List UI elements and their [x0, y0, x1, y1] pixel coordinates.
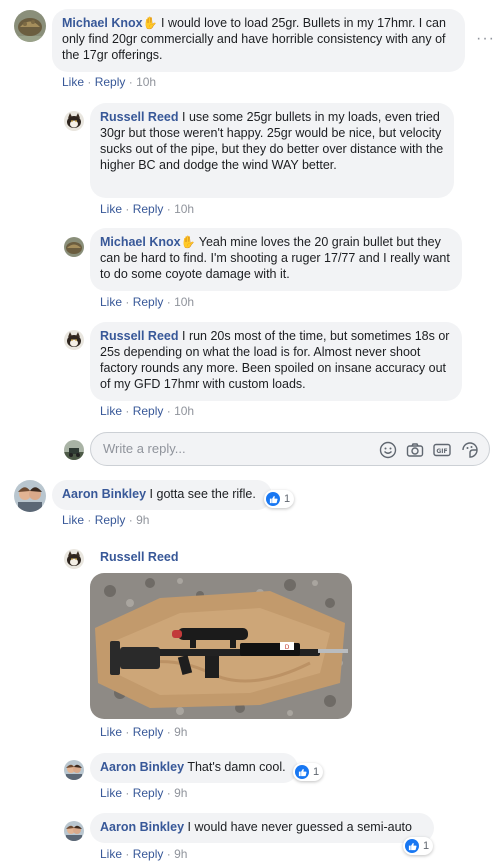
comment-bubble: Michael Knox✋ Yeah mine loves the 20 gra…	[90, 228, 462, 291]
thumbs-up-icon	[266, 492, 280, 506]
comment-text: I gotta see the rifle.	[149, 487, 256, 501]
comment-author[interactable]: Michael Knox	[62, 16, 143, 30]
comment-actions: Like · Reply · 10h	[100, 202, 194, 216]
like-link[interactable]: Like	[100, 725, 122, 739]
separator: ·	[125, 202, 130, 216]
comment-actions: Like · Reply · 10h	[62, 75, 156, 89]
separator: ·	[166, 404, 171, 418]
comment-actions: Like · Reply · 9h	[62, 513, 149, 527]
emoji-icon[interactable]	[379, 441, 397, 459]
timestamp[interactable]: 10h	[174, 202, 194, 216]
comment-actions: Like · Reply · 9h	[100, 786, 187, 800]
like-link[interactable]: Like	[100, 786, 122, 800]
russell-reed-avatar[interactable]	[64, 111, 84, 131]
comment-author[interactable]: Aaron Binkley	[62, 487, 146, 501]
wave-icon: ✋	[142, 16, 158, 30]
comment-author[interactable]: Aaron Binkley	[100, 820, 184, 834]
comment-author[interactable]: Russell Reed	[100, 550, 179, 564]
separator: ·	[87, 513, 92, 527]
current-user-avatar	[64, 440, 84, 460]
comment-author[interactable]: Michael Knox	[100, 235, 181, 249]
reaction-badge[interactable]: 1	[293, 763, 324, 781]
separator: ·	[166, 295, 171, 309]
comment-bubble: Aaron Binkley I gotta see the rifle.	[52, 480, 272, 510]
separator: ·	[87, 75, 92, 89]
timestamp[interactable]: 9h	[174, 847, 187, 861]
sticker-icon[interactable]	[461, 441, 479, 459]
separator: ·	[128, 513, 133, 527]
reply-link[interactable]: Reply	[133, 847, 164, 861]
reply-link[interactable]: Reply	[95, 513, 126, 527]
reaction-count: 1	[313, 766, 320, 778]
comment-bubble: Michael Knox✋ I would love to load 25gr.…	[52, 9, 465, 72]
like-link[interactable]: Like	[100, 404, 122, 418]
reply-box: GIF	[90, 432, 490, 466]
reply-link[interactable]: Reply	[133, 202, 164, 216]
separator: ·	[166, 847, 171, 861]
camera-icon[interactable]	[406, 441, 424, 459]
reaction-badge[interactable]: 1	[403, 837, 434, 855]
separator: ·	[125, 847, 130, 861]
timestamp[interactable]: 9h	[136, 513, 149, 527]
timestamp[interactable]: 9h	[174, 725, 187, 739]
comment-text: That's damn cool.	[187, 760, 286, 774]
like-link[interactable]: Like	[62, 513, 84, 527]
separator: ·	[166, 202, 171, 216]
separator: ·	[128, 75, 133, 89]
comment-actions: Like · Reply · 9h	[100, 847, 187, 861]
reply-link[interactable]: Reply	[133, 404, 164, 418]
michael-knox-avatar[interactable]	[64, 237, 84, 257]
comment-actions: Like · Reply · 10h	[100, 404, 194, 418]
comment-bubble: Aaron Binkley That's damn cool.	[90, 753, 298, 783]
aaron-binkley-avatar[interactable]	[64, 760, 84, 780]
timestamp[interactable]: 10h	[136, 75, 156, 89]
separator: ·	[166, 725, 171, 739]
michael-knox-avatar[interactable]	[14, 10, 46, 42]
aaron-binkley-avatar[interactable]	[14, 480, 46, 512]
reaction-badge[interactable]: 1	[264, 490, 295, 508]
gif-icon[interactable]: GIF	[433, 441, 451, 459]
timestamp[interactable]: 10h	[174, 404, 194, 418]
thumbs-up-icon	[295, 765, 309, 779]
rifle-photo[interactable]: D	[90, 573, 352, 719]
like-link[interactable]: Like	[100, 847, 122, 861]
comment-bubble: Aaron Binkley I would have never guessed…	[90, 813, 434, 843]
comment-actions: Like · Reply · 9h	[100, 725, 187, 739]
comment-author[interactable]: Russell Reed	[100, 110, 179, 124]
aaron-binkley-avatar[interactable]	[64, 821, 84, 841]
timestamp[interactable]: 9h	[174, 786, 187, 800]
russell-reed-avatar[interactable]	[64, 330, 84, 350]
reply-link[interactable]: Reply	[95, 75, 126, 89]
svg-text:GIF: GIF	[436, 448, 447, 455]
reply-link[interactable]: Reply	[133, 725, 164, 739]
svg-text:D: D	[285, 644, 290, 651]
comment-author[interactable]: Russell Reed	[100, 329, 179, 343]
reply-link[interactable]: Reply	[133, 295, 164, 309]
comment-bubble: Russell Reed I run 20s most of the time,…	[90, 322, 462, 401]
separator: ·	[125, 295, 130, 309]
separator: ·	[125, 725, 130, 739]
wave-icon: ✋	[180, 235, 196, 249]
separator: ·	[166, 786, 171, 800]
comment-author[interactable]: Aaron Binkley	[100, 760, 184, 774]
comment-bubble: Russell Reed I use some 25gr bullets in …	[90, 103, 454, 198]
reply-input[interactable]	[101, 440, 355, 457]
like-link[interactable]: Like	[100, 202, 122, 216]
timestamp[interactable]: 10h	[174, 295, 194, 309]
comment-text: I would have never guessed a semi-auto	[187, 820, 412, 834]
reply-link[interactable]: Reply	[133, 786, 164, 800]
reaction-count: 1	[423, 840, 430, 852]
comment-actions: Like · Reply · 10h	[100, 295, 194, 309]
separator: ·	[125, 786, 130, 800]
like-link[interactable]: Like	[100, 295, 122, 309]
more-options-icon[interactable]: ···	[476, 30, 495, 48]
like-link[interactable]: Like	[62, 75, 84, 89]
thumbs-up-icon	[405, 839, 419, 853]
separator: ·	[125, 404, 130, 418]
russell-reed-avatar[interactable]	[64, 549, 84, 569]
reaction-count: 1	[284, 493, 291, 505]
